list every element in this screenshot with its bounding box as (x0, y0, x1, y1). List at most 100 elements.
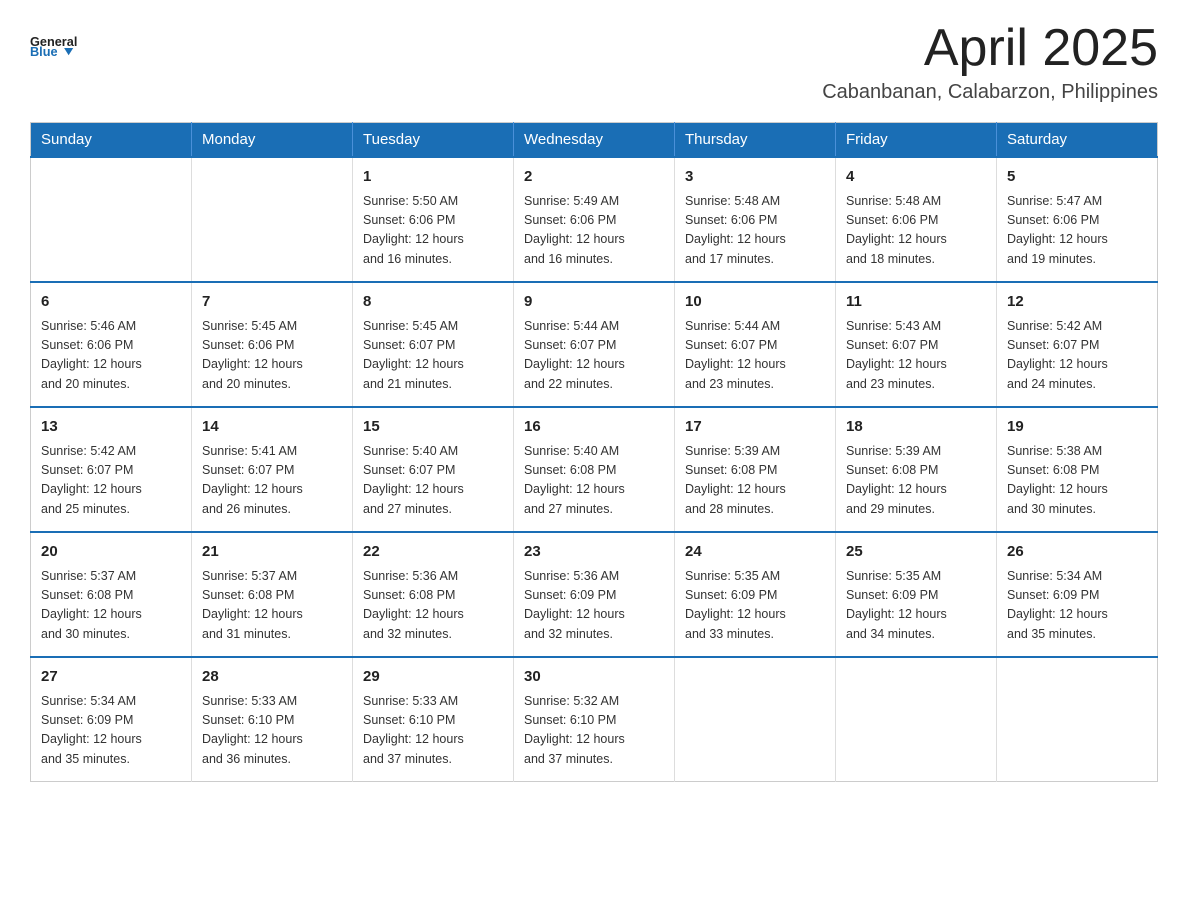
day-number: 14 (202, 416, 342, 439)
svg-text:Blue: Blue (30, 44, 58, 59)
logo-svg: General Blue (30, 20, 80, 70)
day-info: Sunrise: 5:46 AMSunset: 6:06 PMDaylight:… (41, 317, 181, 395)
day-number: 9 (524, 291, 664, 314)
calendar-day-8: 8 Sunrise: 5:45 AMSunset: 6:07 PMDaylight… (353, 282, 514, 407)
weekday-header-tuesday: Tuesday (353, 123, 514, 158)
calendar-day-23: 23 Sunrise: 5:36 AMSunset: 6:09 PMDayligh… (514, 532, 675, 657)
day-info: Sunrise: 5:44 AMSunset: 6:07 PMDaylight:… (685, 317, 825, 395)
day-number: 20 (41, 541, 181, 564)
month-title: April 2025 (822, 20, 1158, 77)
calendar-week-row: 20 Sunrise: 5:37 AMSunset: 6:08 PMDayligh… (31, 532, 1158, 657)
day-number: 30 (524, 666, 664, 689)
day-number: 23 (524, 541, 664, 564)
calendar-week-row: 6 Sunrise: 5:46 AMSunset: 6:06 PMDaylight… (31, 282, 1158, 407)
day-info: Sunrise: 5:39 AMSunset: 6:08 PMDaylight:… (685, 442, 825, 520)
day-info: Sunrise: 5:33 AMSunset: 6:10 PMDaylight:… (363, 692, 503, 770)
day-info: Sunrise: 5:34 AMSunset: 6:09 PMDaylight:… (41, 692, 181, 770)
day-number: 15 (363, 416, 503, 439)
day-info: Sunrise: 5:32 AMSunset: 6:10 PMDaylight:… (524, 692, 664, 770)
day-info: Sunrise: 5:33 AMSunset: 6:10 PMDaylight:… (202, 692, 342, 770)
day-number: 26 (1007, 541, 1147, 564)
logo: General Blue (30, 20, 80, 70)
day-number: 5 (1007, 166, 1147, 189)
calendar-empty-cell (997, 657, 1158, 782)
calendar-week-row: 13 Sunrise: 5:42 AMSunset: 6:07 PMDayligh… (31, 407, 1158, 532)
day-info: Sunrise: 5:45 AMSunset: 6:07 PMDaylight:… (363, 317, 503, 395)
day-info: Sunrise: 5:38 AMSunset: 6:08 PMDaylight:… (1007, 442, 1147, 520)
calendar-day-6: 6 Sunrise: 5:46 AMSunset: 6:06 PMDaylight… (31, 282, 192, 407)
day-info: Sunrise: 5:41 AMSunset: 6:07 PMDaylight:… (202, 442, 342, 520)
weekday-header-thursday: Thursday (675, 123, 836, 158)
calendar-day-28: 28 Sunrise: 5:33 AMSunset: 6:10 PMDayligh… (192, 657, 353, 782)
day-number: 28 (202, 666, 342, 689)
calendar-day-14: 14 Sunrise: 5:41 AMSunset: 6:07 PMDayligh… (192, 407, 353, 532)
day-number: 21 (202, 541, 342, 564)
day-number: 2 (524, 166, 664, 189)
calendar-day-7: 7 Sunrise: 5:45 AMSunset: 6:06 PMDaylight… (192, 282, 353, 407)
day-number: 7 (202, 291, 342, 314)
day-number: 18 (846, 416, 986, 439)
day-info: Sunrise: 5:35 AMSunset: 6:09 PMDaylight:… (846, 567, 986, 645)
calendar-empty-cell (31, 157, 192, 282)
weekday-header-wednesday: Wednesday (514, 123, 675, 158)
calendar-day-10: 10 Sunrise: 5:44 AMSunset: 6:07 PMDayligh… (675, 282, 836, 407)
day-info: Sunrise: 5:42 AMSunset: 6:07 PMDaylight:… (1007, 317, 1147, 395)
day-info: Sunrise: 5:39 AMSunset: 6:08 PMDaylight:… (846, 442, 986, 520)
calendar-day-25: 25 Sunrise: 5:35 AMSunset: 6:09 PMDayligh… (836, 532, 997, 657)
calendar-day-15: 15 Sunrise: 5:40 AMSunset: 6:07 PMDayligh… (353, 407, 514, 532)
calendar-day-5: 5Sunrise: 5:47 AMSunset: 6:06 PMDaylight… (997, 157, 1158, 282)
calendar-day-11: 11 Sunrise: 5:43 AMSunset: 6:07 PMDayligh… (836, 282, 997, 407)
calendar-day-13: 13 Sunrise: 5:42 AMSunset: 6:07 PMDayligh… (31, 407, 192, 532)
page-header: General Blue April 2025 Cabanbanan, Cala… (30, 20, 1158, 104)
calendar-day-4: 4 Sunrise: 5:48 AMSunset: 6:06 PMDaylight… (836, 157, 997, 282)
day-number: 11 (846, 291, 986, 314)
day-info: Sunrise: 5:43 AMSunset: 6:07 PMDaylight:… (846, 317, 986, 395)
calendar-day-27: 27 Sunrise: 5:34 AMSunset: 6:09 PMDayligh… (31, 657, 192, 782)
day-info: Sunrise: 5:37 AMSunset: 6:08 PMDaylight:… (41, 567, 181, 645)
day-info: Sunrise: 5:42 AMSunset: 6:07 PMDaylight:… (41, 442, 181, 520)
day-info: Sunrise: 5:50 AMSunset: 6:06 PMDaylight:… (363, 192, 503, 270)
day-number: 16 (524, 416, 664, 439)
day-number: 24 (685, 541, 825, 564)
day-info: Sunrise: 5:49 AMSunset: 6:06 PMDaylight:… (524, 192, 664, 270)
weekday-header-saturday: Saturday (997, 123, 1158, 158)
day-info: Sunrise: 5:40 AMSunset: 6:07 PMDaylight:… (363, 442, 503, 520)
day-number: 10 (685, 291, 825, 314)
calendar-header-row: SundayMondayTuesdayWednesdayThursdayFrid… (31, 123, 1158, 158)
day-number: 27 (41, 666, 181, 689)
calendar-day-20: 20 Sunrise: 5:37 AMSunset: 6:08 PMDayligh… (31, 532, 192, 657)
calendar-day-30: 30 Sunrise: 5:32 AMSunset: 6:10 PMDayligh… (514, 657, 675, 782)
day-number: 4 (846, 166, 986, 189)
day-info: Sunrise: 5:37 AMSunset: 6:08 PMDaylight:… (202, 567, 342, 645)
day-number: 6 (41, 291, 181, 314)
calendar-empty-cell (836, 657, 997, 782)
day-info: Sunrise: 5:40 AMSunset: 6:08 PMDaylight:… (524, 442, 664, 520)
calendar-day-22: 22Sunrise: 5:36 AMSunset: 6:08 PMDayligh… (353, 532, 514, 657)
day-info: Sunrise: 5:35 AMSunset: 6:09 PMDaylight:… (685, 567, 825, 645)
day-info: Sunrise: 5:36 AMSunset: 6:09 PMDaylight:… (524, 567, 664, 645)
day-number: 29 (363, 666, 503, 689)
calendar-day-26: 26Sunrise: 5:34 AMSunset: 6:09 PMDayligh… (997, 532, 1158, 657)
calendar-day-29: 29 Sunrise: 5:33 AMSunset: 6:10 PMDayligh… (353, 657, 514, 782)
calendar-day-2: 2 Sunrise: 5:49 AMSunset: 6:06 PMDaylight… (514, 157, 675, 282)
day-number: 3 (685, 166, 825, 189)
calendar-day-1: 1 Sunrise: 5:50 AMSunset: 6:06 PMDaylight… (353, 157, 514, 282)
day-number: 8 (363, 291, 503, 314)
day-number: 1 (363, 166, 503, 189)
weekday-header-sunday: Sunday (31, 123, 192, 158)
calendar-day-17: 17 Sunrise: 5:39 AMSunset: 6:08 PMDayligh… (675, 407, 836, 532)
weekday-header-friday: Friday (836, 123, 997, 158)
day-info: Sunrise: 5:48 AMSunset: 6:06 PMDaylight:… (846, 192, 986, 270)
day-number: 12 (1007, 291, 1147, 314)
calendar-table: SundayMondayTuesdayWednesdayThursdayFrid… (30, 122, 1158, 782)
calendar-day-24: 24 Sunrise: 5:35 AMSunset: 6:09 PMDayligh… (675, 532, 836, 657)
day-number: 13 (41, 416, 181, 439)
calendar-day-3: 3 Sunrise: 5:48 AMSunset: 6:06 PMDaylight… (675, 157, 836, 282)
day-info: Sunrise: 5:48 AMSunset: 6:06 PMDaylight:… (685, 192, 825, 270)
day-number: 25 (846, 541, 986, 564)
calendar-empty-cell (675, 657, 836, 782)
calendar-week-row: 27 Sunrise: 5:34 AMSunset: 6:09 PMDayligh… (31, 657, 1158, 782)
day-number: 17 (685, 416, 825, 439)
day-info: Sunrise: 5:45 AMSunset: 6:06 PMDaylight:… (202, 317, 342, 395)
calendar-day-18: 18 Sunrise: 5:39 AMSunset: 6:08 PMDayligh… (836, 407, 997, 532)
